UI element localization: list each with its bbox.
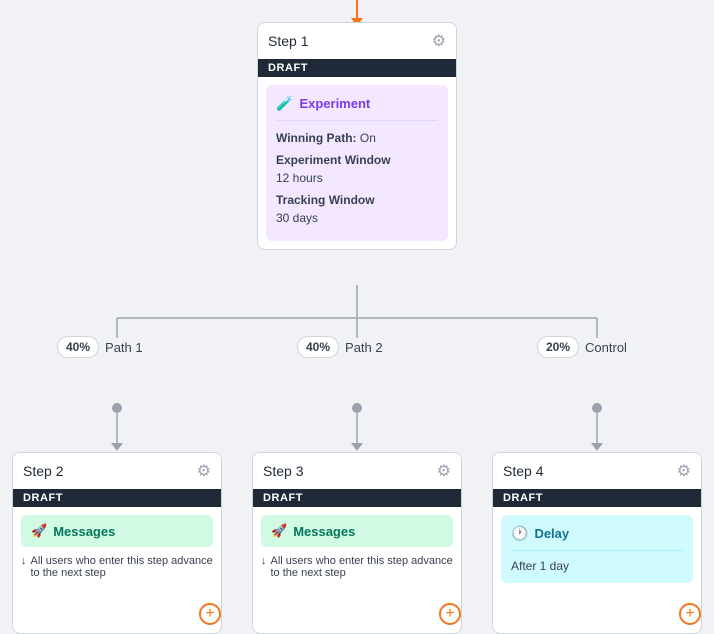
control-percent: 20% <box>537 336 579 358</box>
step2-messages-title: 🚀 Messages <box>31 523 203 539</box>
step3-card: Step 3 ⚙ DRAFT 🚀 Messages ↓ All users wh… <box>252 452 462 634</box>
clock-icon: 🕐 <box>511 525 528 542</box>
step2-card: Step 2 ⚙ DRAFT 🚀 Messages ↓ All users wh… <box>12 452 222 634</box>
tracking-window: Tracking Window 30 days <box>276 191 438 227</box>
path2-badge: 40% Path 2 <box>297 336 383 358</box>
step2-header: Step 2 ⚙ <box>13 453 221 489</box>
step1-title: Step 1 <box>268 33 308 49</box>
step4-title: Step 4 <box>503 463 543 479</box>
step4-card: Step 4 ⚙ DRAFT 🕐 Delay After 1 day + <box>492 452 702 634</box>
step2-messages-box: 🚀 Messages <box>21 515 213 547</box>
step3-title: Step 3 <box>263 463 303 479</box>
step3-messages-box: 🚀 Messages <box>261 515 453 547</box>
step4-add-button[interactable]: + <box>679 603 701 625</box>
path2-percent: 40% <box>297 336 339 358</box>
control-badge: 20% Control <box>537 336 627 358</box>
path1-percent: 40% <box>57 336 99 358</box>
step4-draft-badge: DRAFT <box>493 489 701 507</box>
step3-draft-badge: DRAFT <box>253 489 461 507</box>
winning-path: Winning Path: On <box>276 129 438 147</box>
step1-card: Step 1 ⚙ DRAFT 🧪 Experiment Winning Path… <box>257 22 457 250</box>
step3-header: Step 3 ⚙ <box>253 453 461 489</box>
step3-advance-text: ↓ All users who enter this step advance … <box>261 555 453 579</box>
step3-gear-icon[interactable]: ⚙ <box>437 461 451 481</box>
step2-advance-text: ↓ All users who enter this step advance … <box>21 555 213 579</box>
canvas: Step 1 ⚙ DRAFT 🧪 Experiment Winning Path… <box>0 0 714 630</box>
step2-draft-badge: DRAFT <box>13 489 221 507</box>
step4-gear-icon[interactable]: ⚙ <box>677 461 691 481</box>
step2-gear-icon[interactable]: ⚙ <box>197 461 211 481</box>
experiment-title: 🧪 Experiment <box>276 95 438 121</box>
path1-label: Path 1 <box>105 340 143 355</box>
experiment-box: 🧪 Experiment Winning Path: On Experiment… <box>266 85 448 241</box>
step4-delay-value: After 1 day <box>511 559 683 573</box>
control-label: Control <box>585 340 627 355</box>
step4-delay-box: 🕐 Delay After 1 day <box>501 515 693 583</box>
path1-badge: 40% Path 1 <box>57 336 143 358</box>
step1-header: Step 1 ⚙ <box>258 23 456 59</box>
step3-messages-title: 🚀 Messages <box>271 523 443 539</box>
path2-label: Path 2 <box>345 340 383 355</box>
send-icon-3: 🚀 <box>271 523 287 539</box>
step4-delay-title: 🕐 Delay <box>511 525 683 551</box>
step3-add-button[interactable]: + <box>439 603 461 625</box>
step1-gear-icon[interactable]: ⚙ <box>432 31 446 51</box>
experiment-window: Experiment Window 12 hours <box>276 151 438 187</box>
step2-add-button[interactable]: + <box>199 603 221 625</box>
step1-draft-badge: DRAFT <box>258 59 456 77</box>
step2-title: Step 2 <box>23 463 63 479</box>
send-icon-2: 🚀 <box>31 523 47 539</box>
flask-icon: 🧪 <box>276 95 293 112</box>
step4-header: Step 4 ⚙ <box>493 453 701 489</box>
